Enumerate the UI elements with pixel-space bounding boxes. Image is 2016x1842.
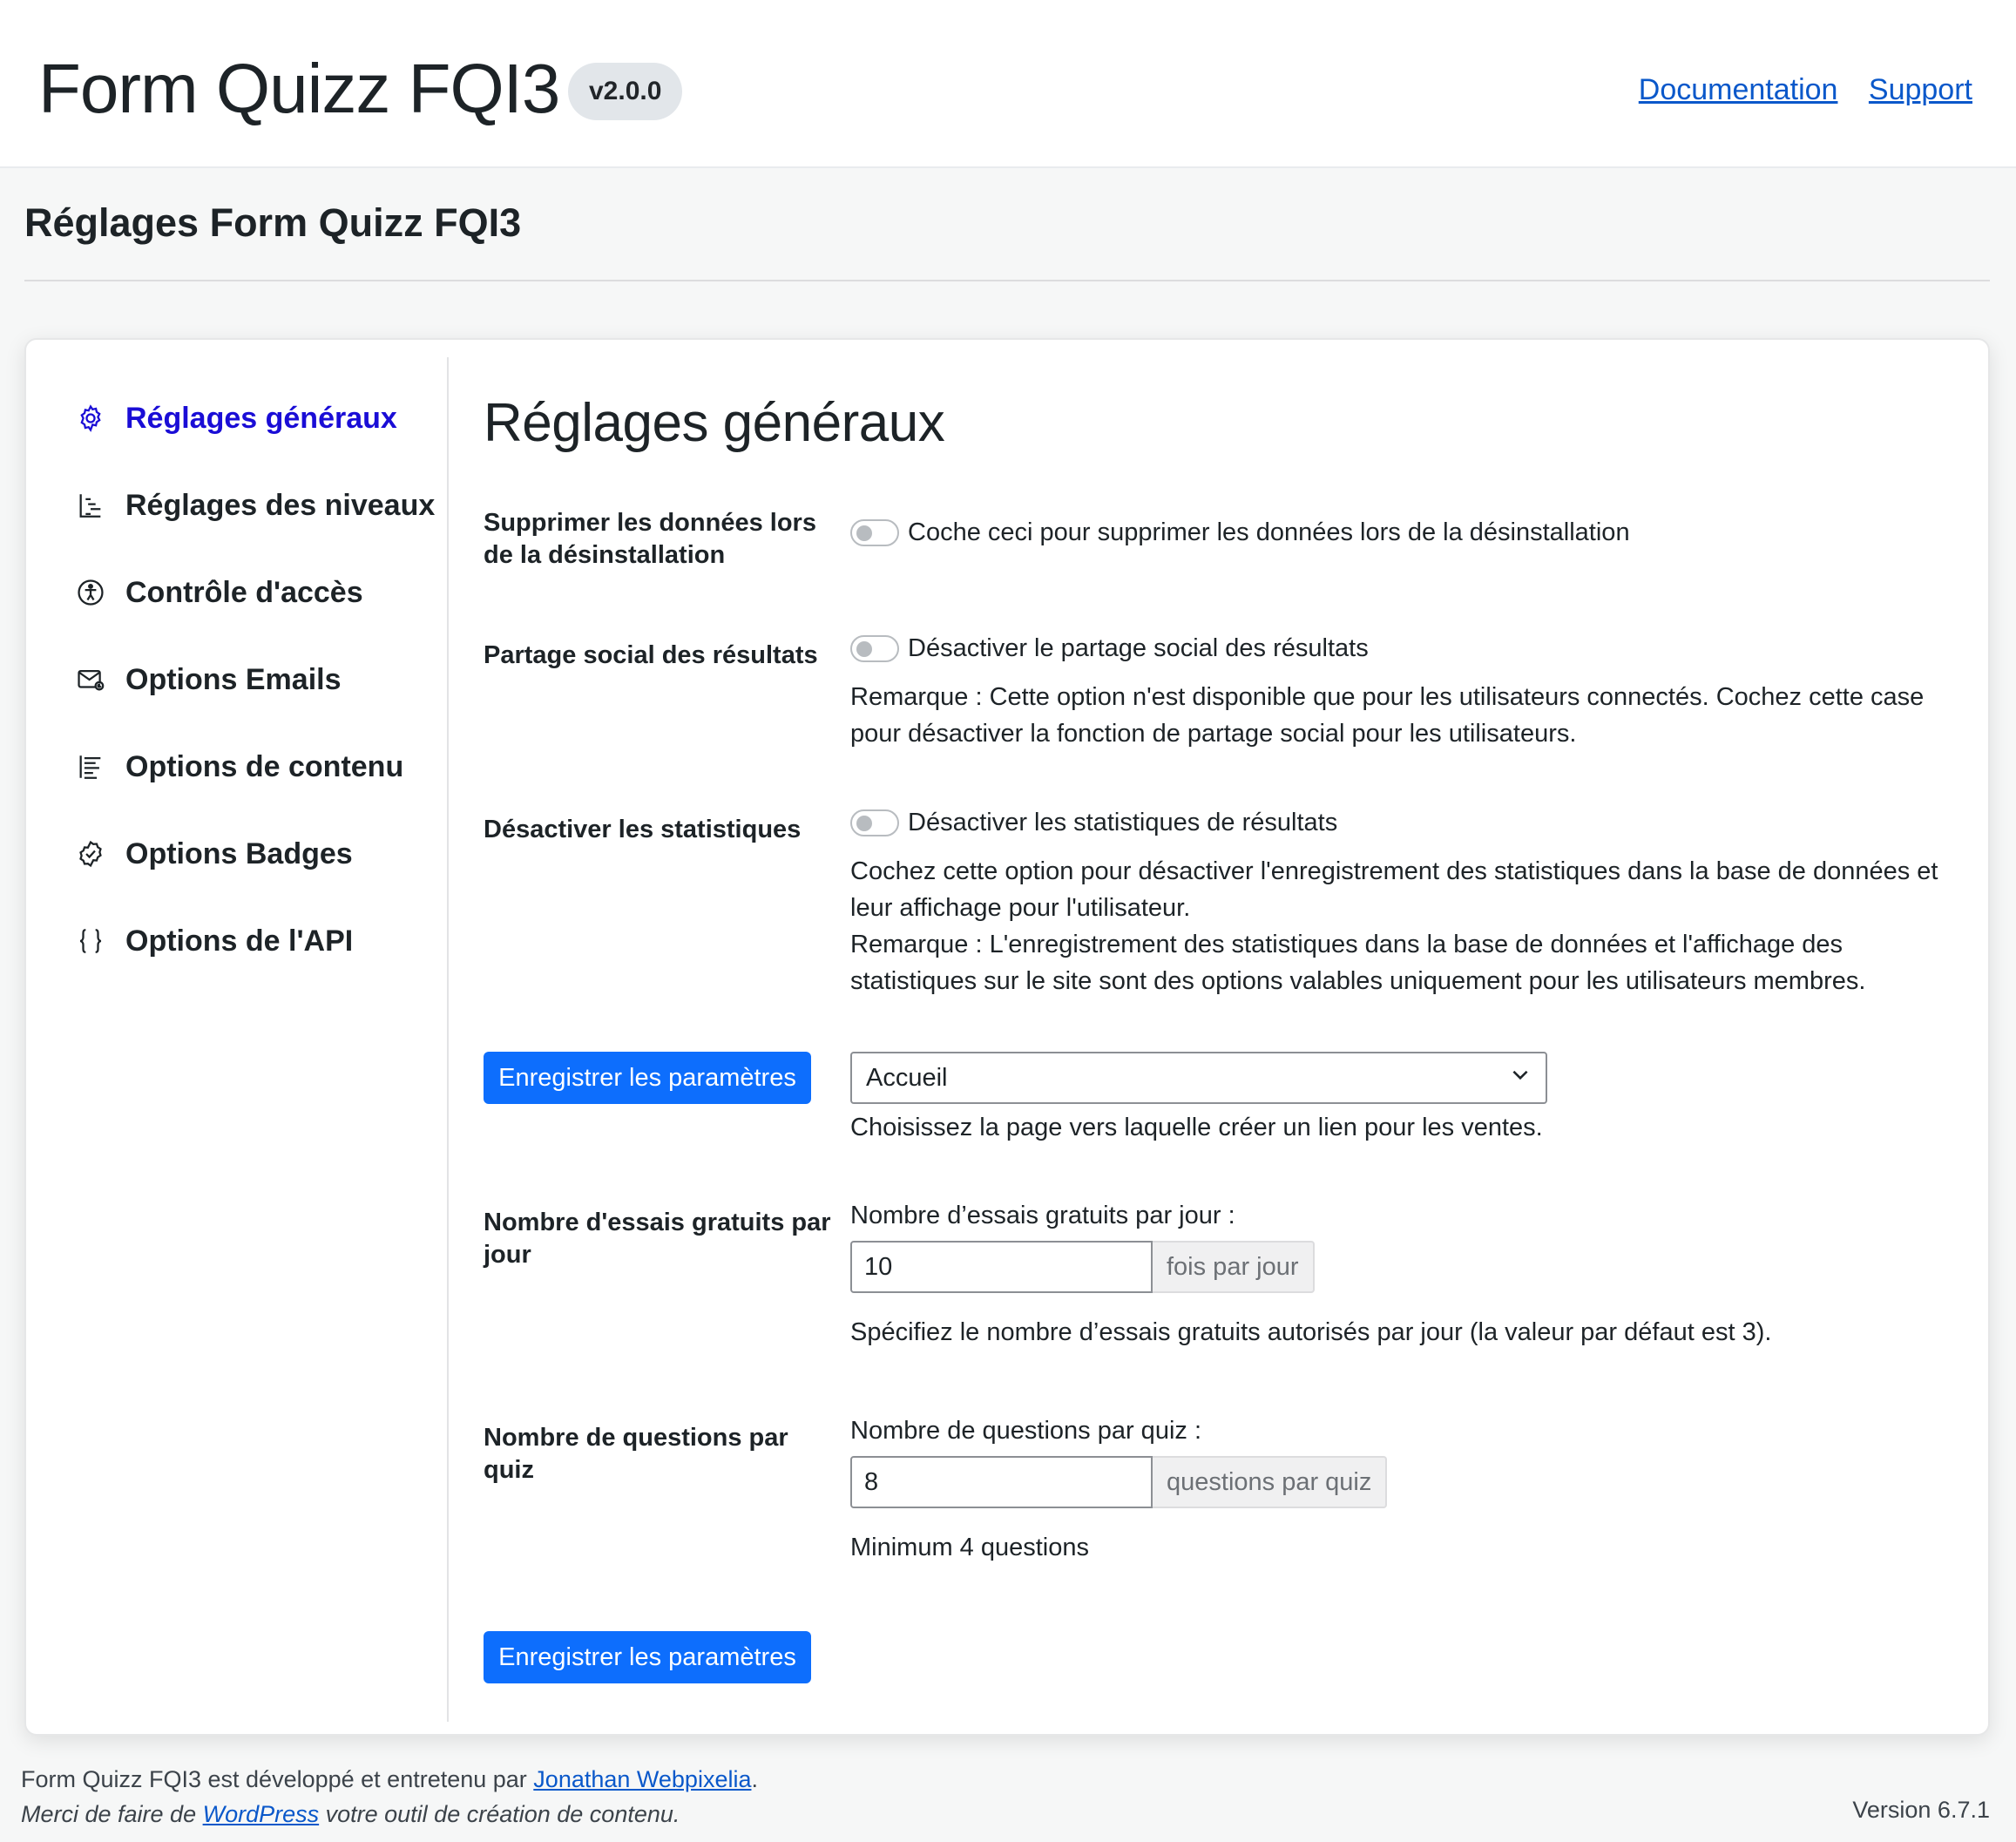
- delete-data-toggle[interactable]: [850, 518, 899, 546]
- page-title: Réglages Form Quizz FQI3: [24, 200, 522, 245]
- delete-data-field: Coche ceci pour supprimer les données lo…: [850, 514, 1957, 551]
- save-settings-button[interactable]: Enregistrer les paramètres: [484, 1631, 811, 1683]
- social-share-field: Désactiver le partage social des résulta…: [850, 630, 1957, 752]
- levels-icon: [75, 490, 106, 521]
- documentation-link[interactable]: Documentation: [1639, 73, 1838, 106]
- questions-input[interactable]: 8: [850, 1456, 1153, 1508]
- accessibility-icon: [75, 577, 106, 608]
- stats-help: Cochez cette option pour désactiver l'en…: [850, 857, 1938, 922]
- email-icon: [75, 664, 106, 695]
- content-icon: [75, 751, 106, 782]
- sidebar-item-access[interactable]: Contrôle d'accès: [75, 566, 363, 619]
- free-trials-input[interactable]: 10: [850, 1241, 1153, 1293]
- header-links: Documentation Support: [1616, 73, 1972, 107]
- free-trials-label: Nombre d'essais gratuits par jour: [484, 1209, 831, 1269]
- social-share-help: Remarque : Cette option n'est disponible…: [850, 683, 1925, 748]
- stats-label: Désactiver les statistiques: [484, 816, 802, 843]
- social-share-toggle[interactable]: [850, 634, 899, 662]
- stats-toggle[interactable]: [850, 809, 899, 836]
- sales-page-field: Accueil Choisissez la page vers laquelle…: [850, 1052, 1957, 1146]
- sales-page-select[interactable]: Accueil: [850, 1052, 1547, 1104]
- footer-thanks: Merci de faire de WordPress votre outil …: [21, 1797, 758, 1832]
- stats-note: Remarque : L'enregistrement des statisti…: [850, 931, 1866, 995]
- free-trials-suffix: fois par jour: [1153, 1241, 1315, 1293]
- sidebar-divider: [447, 357, 449, 1722]
- sidebar-item-label: Réglages des niveaux: [125, 488, 436, 522]
- sidebar-item-emails[interactable]: Options Emails: [75, 654, 342, 706]
- sidebar-item-badges[interactable]: Options Badges: [75, 828, 353, 880]
- sidebar-item-general[interactable]: Réglages généraux: [75, 392, 397, 444]
- settings-card: Réglages généraux Réglages des niveaux C…: [24, 338, 1990, 1736]
- sidebar-item-label: Contrôle d'accès: [125, 575, 363, 609]
- sidebar-item-levels[interactable]: Réglages des niveaux: [75, 479, 435, 532]
- wordpress-link[interactable]: WordPress: [203, 1801, 320, 1827]
- footer-credit-end: .: [751, 1766, 758, 1792]
- chevron-down-icon: [1509, 1060, 1532, 1096]
- stats-toggle-text: Désactiver les statistiques de résultats: [908, 809, 1338, 836]
- sidebar-item-content[interactable]: Options de contenu: [75, 741, 403, 793]
- author-link[interactable]: Jonathan Webpixelia: [533, 1766, 751, 1792]
- questions-field-label: Nombre de questions par quiz :: [850, 1417, 1201, 1445]
- version-badge: v2.0.0: [568, 63, 683, 120]
- sidebar-item-label: Options de l'API: [125, 924, 354, 958]
- footer-credit: Form Quizz FQI3 est développé et entrete…: [21, 1762, 758, 1797]
- top-header: Form Quizz FQI3 v2.0.0 Documentation Sup…: [0, 0, 2016, 168]
- footer-credit-text: Form Quizz FQI3 est développé et entrete…: [21, 1766, 534, 1792]
- sales-page-select-value: Accueil: [866, 1064, 948, 1092]
- free-trials-field: Nombre d’essais gratuits par jour : 10 f…: [850, 1197, 1957, 1351]
- support-link[interactable]: Support: [1869, 73, 1972, 106]
- save-settings-button-top[interactable]: Enregistrer les paramètres: [484, 1052, 811, 1104]
- delete-data-toggle-text: Coche ceci pour supprimer les données lo…: [908, 518, 1630, 546]
- free-trials-help: Spécifiez le nombre d’essais gratuits au…: [850, 1318, 1772, 1346]
- delete-data-label: Supprimer les données lors de la désinst…: [484, 509, 816, 569]
- sidebar-item-label: Options de contenu: [125, 749, 404, 783]
- sidebar-item-api[interactable]: Options de l'API: [75, 915, 353, 967]
- free-trials-field-label: Nombre d’essais gratuits par jour :: [850, 1202, 1235, 1229]
- stats-field: Désactiver les statistiques de résultats…: [850, 804, 1957, 999]
- questions-suffix: questions par quiz: [1153, 1456, 1388, 1508]
- gear-icon: [75, 403, 106, 434]
- plugin-title: Form Quizz FQI3: [38, 50, 560, 127]
- badge-icon: [75, 838, 106, 870]
- title-divider: [24, 280, 1990, 281]
- sidebar-item-label: Options Emails: [125, 662, 342, 696]
- sales-page-help: Choisissez la page vers laquelle créer u…: [850, 1114, 1543, 1141]
- questions-help: Minimum 4 questions: [850, 1534, 1089, 1561]
- social-share-label: Partage social des résultats: [484, 641, 818, 669]
- footer-thanks-end: votre outil de création de contenu.: [319, 1801, 680, 1827]
- questions-label: Nombre de questions par quiz: [484, 1424, 788, 1484]
- social-share-toggle-text: Désactiver le partage social des résulta…: [908, 634, 1369, 662]
- admin-footer: Form Quizz FQI3 est développé et entrete…: [21, 1762, 758, 1832]
- sidebar-item-label: Réglages généraux: [125, 401, 397, 435]
- sidebar-item-label: Options Badges: [125, 836, 353, 870]
- footer-thanks-text: Merci de faire de: [21, 1801, 203, 1827]
- questions-field: Nombre de questions par quiz : 8 questio…: [850, 1412, 1957, 1566]
- questions-input-group: 8 questions par quiz: [850, 1456, 1957, 1508]
- braces-icon: [75, 925, 106, 957]
- wp-version: Version 6.7.1: [1852, 1797, 1990, 1823]
- section-heading: Réglages généraux: [484, 393, 945, 453]
- free-trials-input-group: 10 fois par jour: [850, 1241, 1957, 1293]
